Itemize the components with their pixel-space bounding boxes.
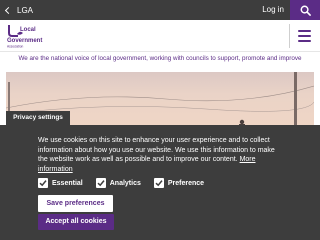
svg-text:Government: Government: [7, 38, 42, 44]
preference-label: Preference: [167, 179, 205, 187]
analytics-option[interactable]: Analytics: [95, 178, 141, 188]
lga-logo[interactable]: Local Government Association: [6, 23, 66, 49]
svg-text:Association: Association: [7, 45, 24, 49]
top-bar: LGA Log in: [0, 0, 320, 20]
cookie-consent-panel: We use cookies on this site to enhance y…: [0, 125, 320, 240]
site-header: Local Government Association: [0, 20, 320, 52]
preference-option[interactable]: Preference: [153, 178, 205, 188]
hamburger-menu-icon[interactable]: [298, 30, 311, 42]
essential-label: Essential: [52, 179, 83, 187]
analytics-checkbox[interactable]: [95, 178, 106, 188]
checkmark-icon: [39, 180, 47, 187]
essential-option[interactable]: Essential: [38, 178, 83, 188]
preference-checkbox[interactable]: [153, 178, 164, 188]
checkmark-icon: [155, 180, 163, 187]
cookie-message: We use cookies on this site to enhance y…: [38, 136, 284, 174]
accept-all-cookies-button[interactable]: Accept all cookies: [38, 214, 114, 230]
save-preferences-button[interactable]: Save preferences: [38, 195, 113, 212]
essential-checkbox[interactable]: [38, 178, 48, 188]
checkmark-icon: [97, 180, 105, 187]
login-link[interactable]: Log in: [262, 4, 284, 16]
chevron-left-icon: [4, 6, 13, 14]
back-link-label: LGA: [17, 5, 34, 15]
cookie-options: Essential Analytics Preference: [38, 178, 217, 188]
site-tagline: We are the national voice of local gover…: [18, 55, 302, 62]
search-button[interactable]: [290, 0, 320, 20]
menu-divider: [289, 24, 290, 48]
back-to-lga-link[interactable]: LGA: [4, 4, 34, 16]
privacy-settings-tab[interactable]: Privacy settings: [6, 111, 70, 125]
analytics-label: Analytics: [109, 179, 141, 187]
search-icon: [300, 5, 311, 16]
svg-text:Local: Local: [20, 27, 36, 33]
